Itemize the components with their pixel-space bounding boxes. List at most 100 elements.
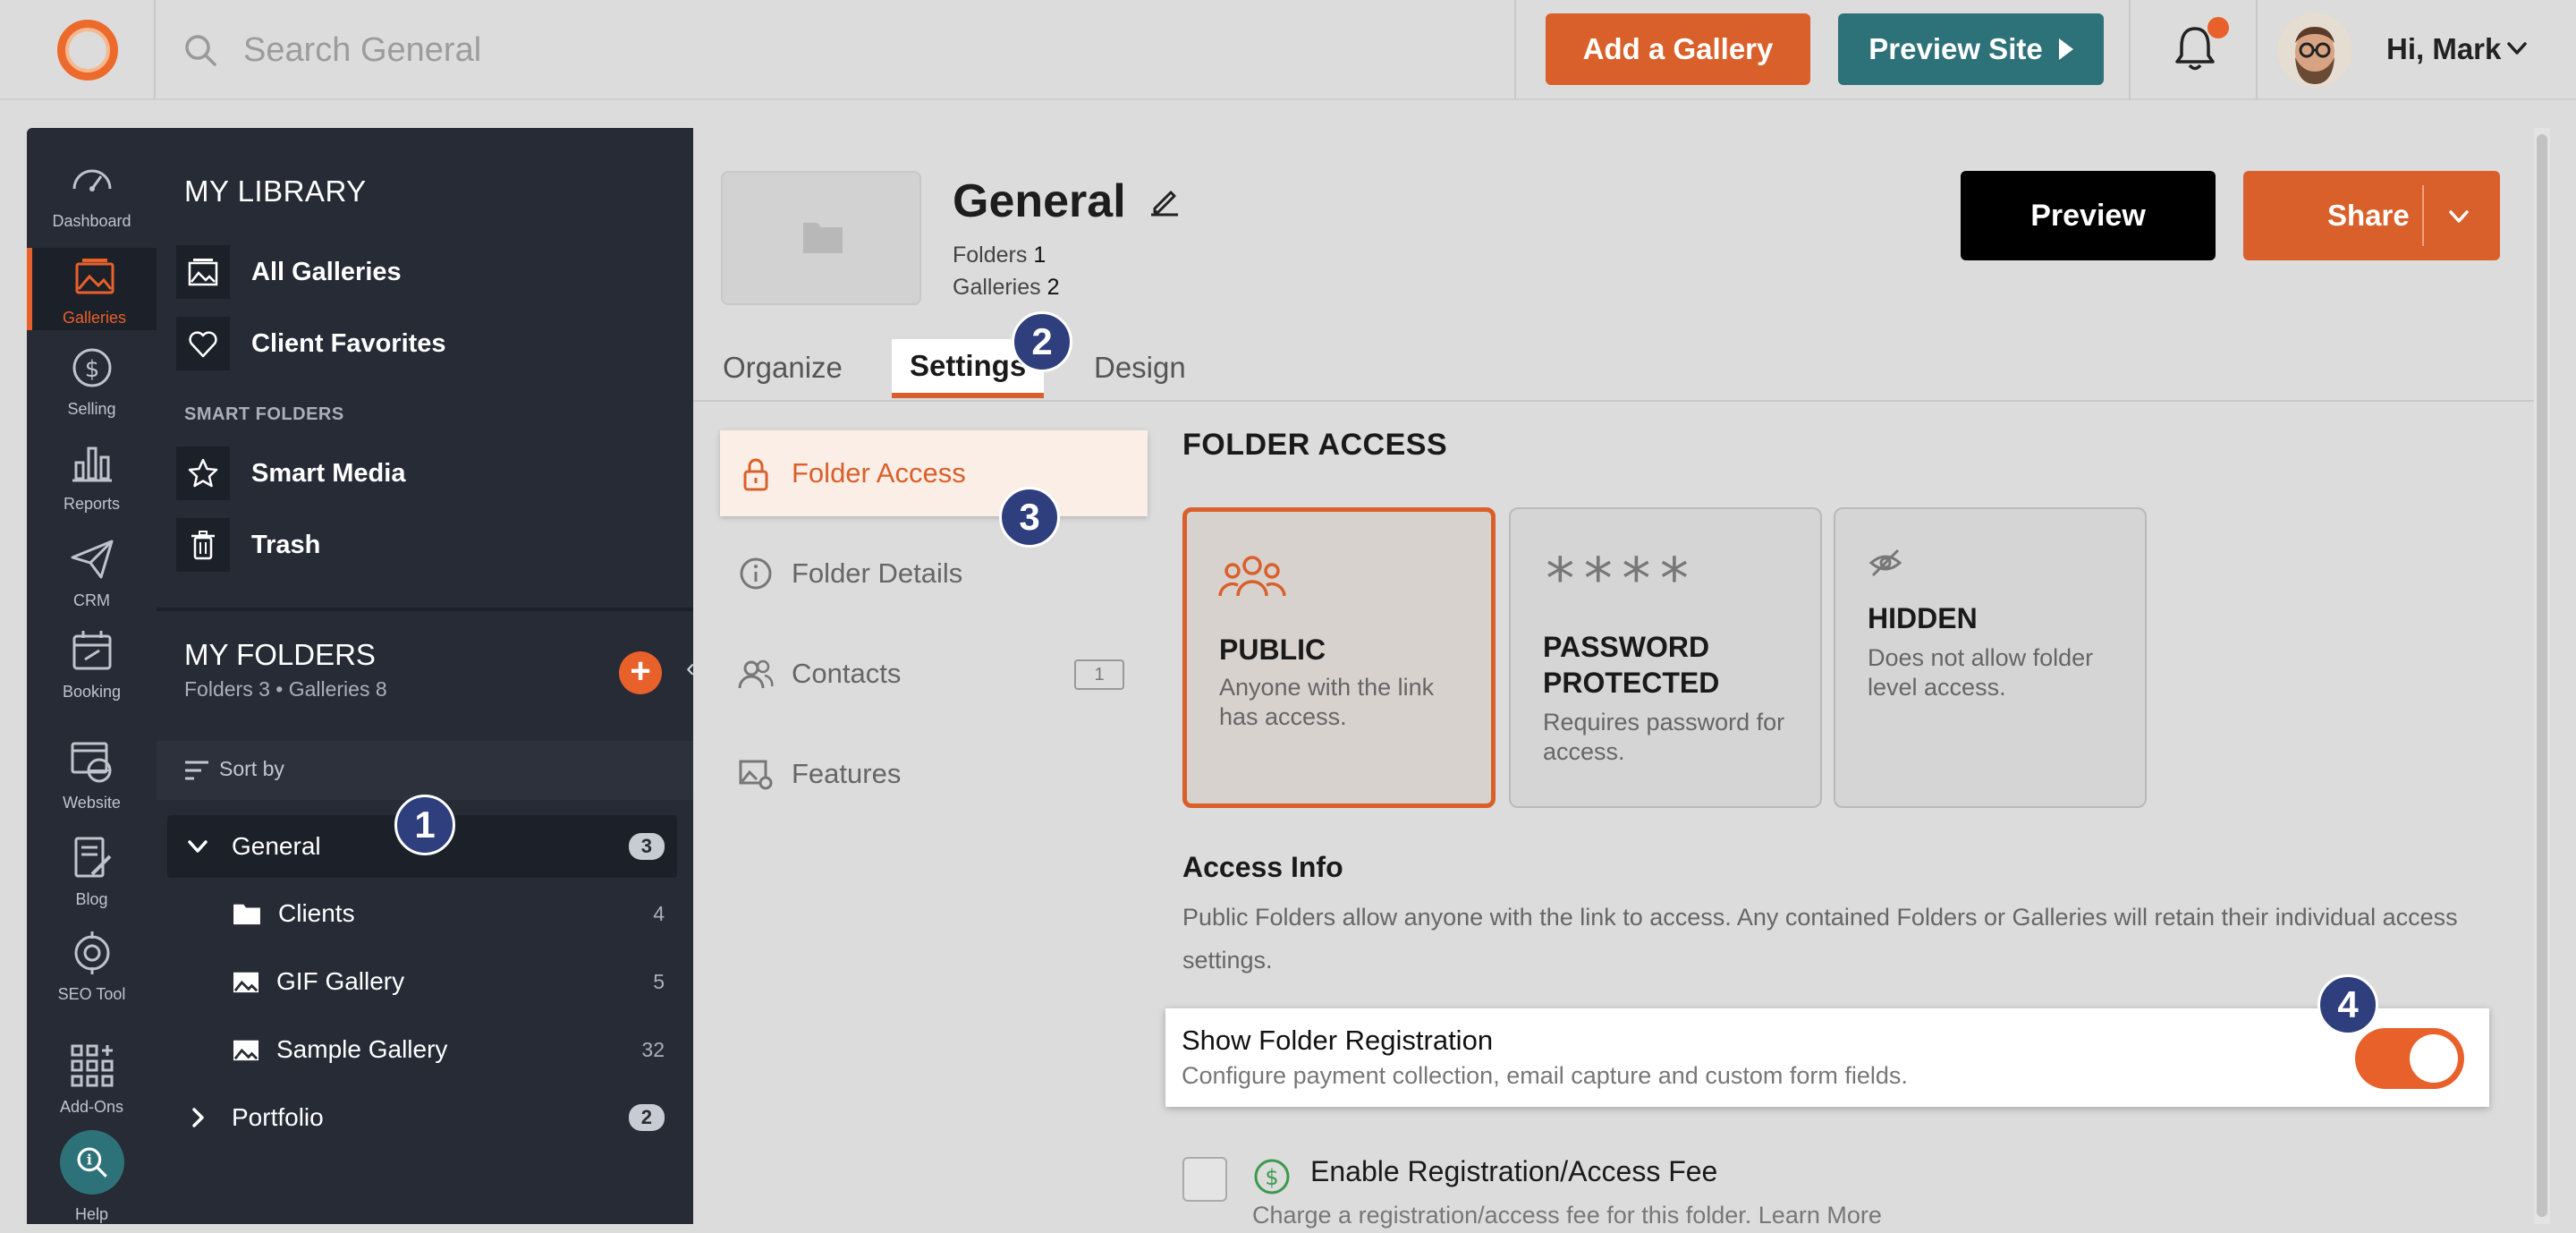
nav-booking[interactable]: Booking [27, 625, 157, 702]
nav-label: Reports [63, 495, 121, 513]
share-button[interactable]: Share [2243, 171, 2500, 260]
nav-label: Website [63, 794, 121, 812]
eye-off-icon [1868, 548, 1902, 577]
access-info-heading: Access Info [1182, 851, 1343, 883]
my-folders-summary: Folders 3 • Galleries 8 [184, 677, 387, 701]
preview-site-label: Preview Site [1868, 32, 2043, 65]
share-label: Share [2327, 199, 2410, 232]
meta-value: 2 [1046, 275, 1060, 300]
star-icon [188, 458, 218, 488]
tree-item-gif-gallery[interactable]: GIF Gallery 5 [167, 950, 677, 1013]
trash-icon [191, 531, 215, 560]
tree-item-clients[interactable]: Clients 4 [167, 882, 677, 945]
galleries-icon [188, 259, 218, 286]
access-option-public[interactable]: PUBLIC Anyone with the link has access. [1182, 507, 1496, 808]
subnav-label: Contacts [792, 658, 902, 689]
add-folder-button[interactable]: + [619, 651, 662, 694]
info-icon [740, 557, 772, 590]
chevron-down-icon[interactable] [2504, 36, 2529, 61]
add-gallery-button[interactable]: Add a Gallery [1546, 13, 1810, 85]
subnav-contacts[interactable]: Contacts 1 [720, 631, 1148, 717]
access-option-hidden[interactable]: HIDDEN Does not allow folder level acces… [1834, 507, 2147, 808]
nav-label: SEO Tool [57, 985, 126, 1003]
subnav-folder-details[interactable]: Folder Details [720, 531, 1148, 616]
search-input[interactable] [243, 25, 1406, 75]
folder-thumbnail[interactable] [721, 171, 921, 305]
tab-label: Organize [723, 351, 843, 384]
galleries-icon [75, 259, 114, 294]
sort-icon [185, 761, 208, 780]
subnav-features[interactable]: Features [720, 731, 1148, 817]
chevron-right-icon [192, 1108, 204, 1127]
divider [1514, 0, 1516, 100]
library-item-trash[interactable]: Trash [176, 514, 677, 575]
step-badge: 4 [2318, 974, 2378, 1035]
my-folders-heading: MY FOLDERS [184, 638, 376, 671]
scrollbar-thumb[interactable] [2537, 134, 2547, 1217]
library-item-all-galleries[interactable]: All Galleries [176, 242, 677, 302]
page-title: General [953, 175, 1126, 227]
divider [154, 0, 156, 100]
library-item-client-favorites[interactable]: Client Favorites [176, 313, 677, 374]
library-item-smart-media[interactable]: Smart Media [176, 443, 677, 504]
chevron-down-icon[interactable] [2447, 205, 2470, 228]
meta-value: 1 [1033, 242, 1046, 268]
tab-organize[interactable]: Organize [723, 334, 843, 402]
card-title: PUBLIC [1219, 634, 1326, 666]
tree-item-count: 5 [653, 969, 665, 993]
nav-label: Booking [62, 683, 122, 701]
image-icon [233, 972, 258, 993]
nav-help[interactable]: i Help [27, 1130, 157, 1224]
registration-toggle[interactable] [2355, 1028, 2464, 1089]
divider [2256, 0, 2258, 100]
tree-item-count: 4 [653, 901, 665, 925]
user-greeting[interactable]: Hi, Mark [2386, 32, 2501, 66]
sort-by-label: Sort by [219, 757, 284, 780]
galleries-meta: Galleries 2 [953, 275, 1060, 301]
dollar-icon: $ [72, 348, 111, 387]
card-title: HIDDEN [1868, 602, 1978, 634]
card-description: Anyone with the link has access. [1219, 674, 1435, 730]
subnav-folder-access[interactable]: Folder Access [720, 430, 1148, 516]
access-info-text: Public Folders allow anyone with the lin… [1182, 904, 2458, 974]
nav-add-ons[interactable]: Add-Ons [27, 1041, 157, 1117]
tree-item-label: General [232, 832, 321, 860]
nav-crm[interactable]: CRM [27, 534, 157, 610]
tab-design[interactable]: Design [1094, 334, 1186, 402]
tree-item-count: 3 [628, 833, 665, 860]
dollar-circle-icon: $ [1254, 1159, 1290, 1195]
svg-text:$: $ [84, 356, 99, 383]
folder-registration-panel: Show Folder Registration Configure payme… [1165, 1008, 2489, 1107]
nav-website[interactable]: Website [27, 736, 157, 812]
tree-item-portfolio[interactable]: Portfolio 2 [167, 1086, 677, 1149]
dashboard-icon [72, 169, 111, 191]
nav-label: Help [74, 1205, 109, 1223]
nav-reports[interactable]: Reports [27, 438, 157, 514]
tree-item-label: GIF Gallery [276, 967, 405, 995]
access-fee-title: Enable Registration/Access Fee [1310, 1155, 1718, 1187]
pencil-icon[interactable] [1148, 183, 1182, 217]
svg-text:$: $ [1265, 1165, 1278, 1190]
users-icon [738, 659, 774, 689]
nav-label: CRM [73, 591, 110, 609]
card-title: PASSWORD PROTECTED [1543, 631, 1720, 699]
main-content: General Folders 1 Galleries 2 Preview Sh… [693, 128, 2534, 1229]
access-fee-checkbox[interactable] [1182, 1157, 1227, 1202]
preview-button[interactable]: Preview [1961, 171, 2216, 260]
avatar[interactable] [2277, 13, 2352, 88]
nav-dashboard[interactable]: Dashboard [27, 155, 157, 231]
nav-seo-tool[interactable]: SEO Tool [27, 928, 157, 1004]
nav-selling[interactable]: $ Selling [27, 343, 157, 419]
access-fee-description: Charge a registration/access fee for thi… [1252, 1202, 1882, 1229]
app-logo[interactable] [57, 20, 118, 81]
folder-icon [803, 223, 843, 253]
nav-blog[interactable]: Blog [27, 833, 157, 909]
tree-item-sample-gallery[interactable]: Sample Gallery 32 [167, 1018, 677, 1081]
image-icon [233, 1040, 258, 1061]
access-option-password-protected[interactable]: **** PASSWORD PROTECTED Requires passwor… [1509, 507, 1822, 808]
nav-galleries[interactable]: Galleries [27, 248, 157, 330]
nav-label: Galleries [62, 309, 127, 327]
blog-icon [74, 837, 111, 878]
sort-by-bar[interactable]: Sort by [157, 741, 693, 800]
preview-site-button[interactable]: Preview Site [1838, 13, 2104, 85]
